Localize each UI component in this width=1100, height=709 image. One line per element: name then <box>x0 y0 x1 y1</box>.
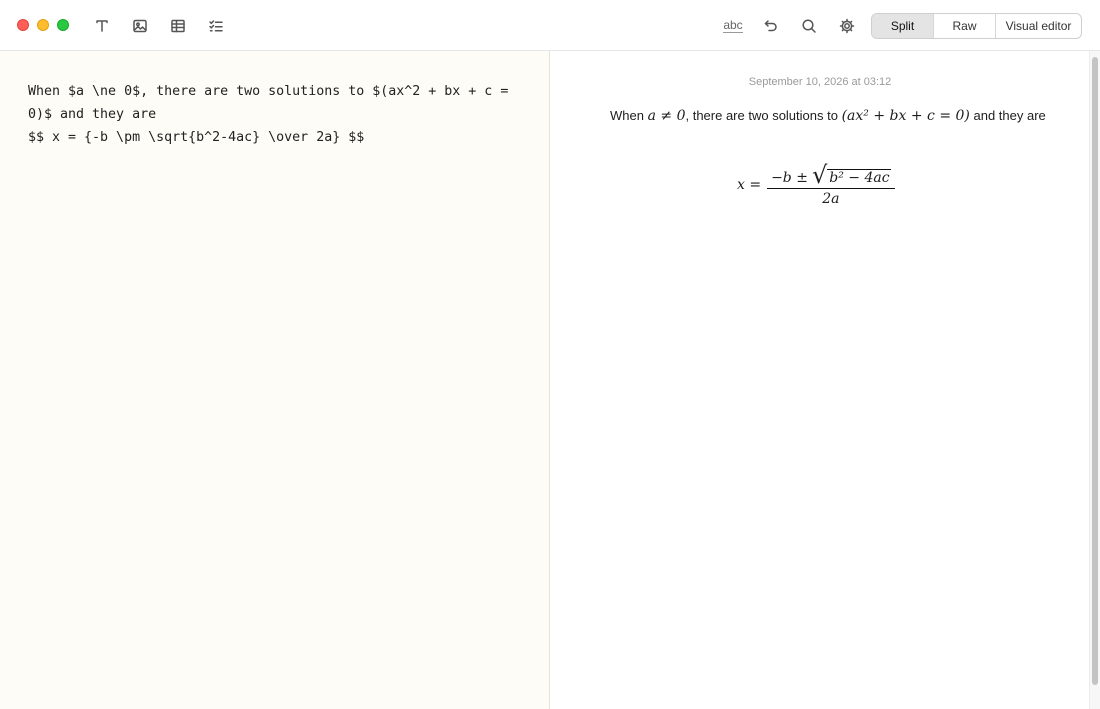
inline-math-equation: (ax² + bx + c = 0) <box>841 108 970 124</box>
undo-icon[interactable] <box>760 15 782 37</box>
note-date: September 10, 2026 at 03:12 <box>748 76 892 88</box>
quadratic-formula: x = −b ± √ b² − 4ac 2a <box>737 157 895 213</box>
radical-icon: √ <box>811 160 828 189</box>
para-text-when: When <box>610 108 644 123</box>
toolbar: abc Split Raw Visual editor <box>0 0 1100 51</box>
preview-pane: September 10, 2026 at 03:12 When a ≠ 0, … <box>551 51 1089 709</box>
spellcheck-label: abc <box>723 18 743 33</box>
formula-sqrt: √ b² − 4ac <box>811 160 891 189</box>
table-icon[interactable] <box>167 15 189 37</box>
search-icon[interactable] <box>798 15 820 37</box>
scrollbar-thumb[interactable] <box>1092 57 1098 685</box>
formula-numerator-prefix: −b ± <box>771 169 808 186</box>
para-text-mid: , there are two solutions to <box>685 108 838 123</box>
raw-editor-pane[interactable]: When $a \ne 0$, there are two solutions … <box>0 51 550 709</box>
formula-numerator: −b ± √ b² − 4ac <box>769 160 892 189</box>
checklist-icon[interactable] <box>205 15 227 37</box>
formula-denominator: 2a <box>767 187 895 207</box>
inline-math-condition: a ≠ 0 <box>647 108 686 124</box>
image-icon[interactable] <box>129 15 151 37</box>
gear-icon[interactable] <box>836 15 858 37</box>
formula-lhs: x = <box>737 177 762 193</box>
preview-scrollbar[interactable] <box>1089 51 1100 709</box>
display-math-block: x = −b ± √ b² − 4ac 2a <box>551 157 1100 213</box>
formula-fraction: −b ± √ b² − 4ac 2a <box>767 160 895 207</box>
raw-editor-text[interactable]: When $a \ne 0$, there are two solutions … <box>28 80 528 149</box>
raw-view-button[interactable]: Raw <box>934 14 996 38</box>
spellcheck-button[interactable]: abc <box>721 15 745 37</box>
split-view-button[interactable]: Split <box>872 14 934 38</box>
visual-editor-button[interactable]: Visual editor <box>996 14 1081 38</box>
preview-paragraph: When a ≠ 0, there are two solutions to (… <box>610 106 1050 126</box>
zoom-window-button[interactable] <box>57 19 69 31</box>
view-mode-switcher: Split Raw Visual editor <box>871 13 1082 39</box>
text-format-icon[interactable] <box>91 15 113 37</box>
close-window-button[interactable] <box>17 19 29 31</box>
para-text-end: and they are <box>973 108 1046 123</box>
formula-radicand: b² − 4ac <box>827 168 891 186</box>
minimize-window-button[interactable] <box>37 19 49 31</box>
